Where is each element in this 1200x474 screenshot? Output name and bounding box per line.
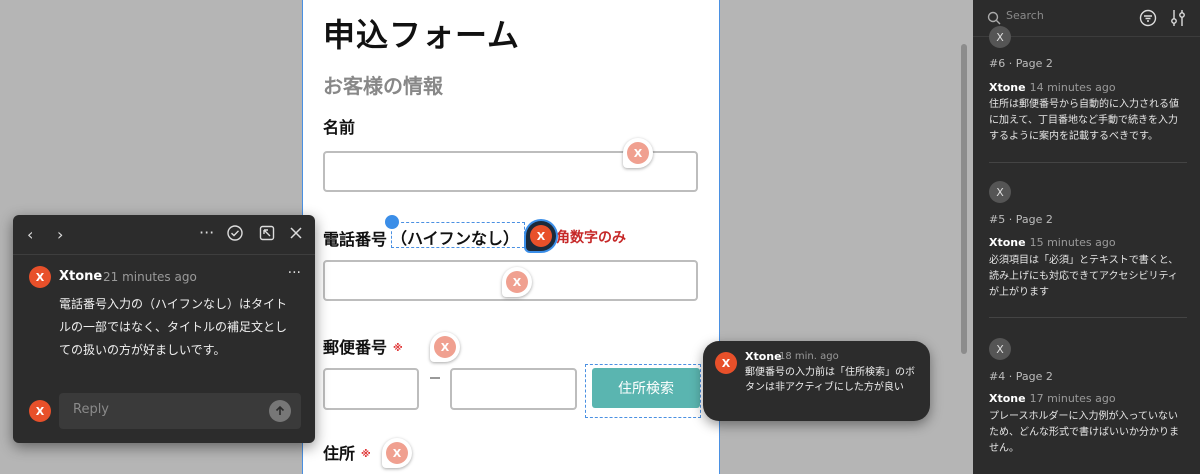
- tooltip-time: 18 min. ago: [779, 351, 839, 362]
- settings-sliders-icon[interactable]: [1170, 8, 1186, 28]
- phone-sub-label: （ハイフンなし）: [391, 229, 520, 248]
- zip-separator: [430, 377, 440, 379]
- tooltip-body: 郵便番号の入力前は「住所検索」のボタンは非アクティブにした方が良い: [745, 367, 915, 393]
- required-mark: ※: [361, 449, 371, 460]
- comment-page: #6 · Page 2: [989, 57, 1053, 70]
- reply-avatar: X: [29, 400, 51, 422]
- comment-author: Xtone 14 minutes ago: [989, 81, 1116, 94]
- comment-body: プレースホルダーに入力例が入っていないため、どんな形式で書けばいいか分かりません…: [989, 411, 1179, 454]
- comment-more-icon[interactable]: ···: [288, 265, 301, 281]
- comment-body: 住所は郵便番号から自動的に入力される値に加えて、丁目番地など手動で続きを入力する…: [989, 99, 1179, 142]
- comment-thread-popup: ‹ › ··· X Xtone 21 minutes ago ··· 電話番号入…: [13, 215, 315, 443]
- comment-pin[interactable]: X: [430, 332, 460, 362]
- close-icon[interactable]: [289, 225, 303, 244]
- tooltip-avatar: X: [715, 352, 737, 374]
- divider: [989, 317, 1187, 318]
- reply-input[interactable]: [73, 402, 253, 417]
- search-input[interactable]: [1006, 9, 1126, 22]
- open-in-canvas-icon[interactable]: [259, 225, 275, 245]
- comment-pin[interactable]: X: [382, 438, 412, 468]
- filter-icon[interactable]: [1139, 9, 1157, 27]
- zip-input-first[interactable]: [323, 368, 419, 410]
- reply-box[interactable]: [59, 393, 301, 429]
- author-avatar: X: [29, 266, 51, 288]
- more-options-icon[interactable]: ···: [199, 223, 214, 242]
- address-label: 住所 ※: [323, 440, 371, 464]
- thread-body: 電話番号入力の（ハイフンなし）はタイトルの一部ではなく、タイトルの補足文としての…: [59, 297, 288, 357]
- comment-body: 必須項目は「必須」とテキストで書くと、読み上げにも対応できてアクセシビリティが上…: [989, 255, 1179, 298]
- canvas-scrollbar[interactable]: [961, 44, 967, 354]
- pin-avatar: X: [530, 225, 552, 247]
- address-search-button[interactable]: 住所検索: [592, 368, 700, 408]
- selection-handle[interactable]: [383, 213, 401, 231]
- phone-hint: 角数字のみ: [556, 230, 626, 246]
- comment-tooltip[interactable]: X Xtone 18 min. ago 郵便番号の入力前は「住所検索」のボタンは…: [703, 341, 930, 421]
- comment-author-name: Xtone: [989, 392, 1026, 405]
- zip-label-text: 郵便番号: [323, 338, 388, 357]
- thread-toolbar: ‹ › ···: [13, 215, 315, 255]
- name-label: 名前: [323, 118, 356, 137]
- comment-avatar: X: [989, 181, 1011, 203]
- comment-author: Xtone 15 minutes ago: [989, 236, 1116, 249]
- form-title: 申込フォーム: [323, 16, 521, 54]
- pin-avatar: X: [627, 142, 649, 164]
- form-canvas: 申込フォーム お客様の情報 名前 電話番号 （ハイフンなし） 角数字のみ 郵便番…: [302, 0, 720, 474]
- search-icon: [987, 11, 1001, 25]
- tooltip-author: Xtone: [745, 350, 782, 363]
- zip-label: 郵便番号 ※: [323, 334, 403, 358]
- comment-author-name: Xtone: [989, 81, 1026, 94]
- comments-panel: X #6 · Page 2 Xtone14 minutes ago 住所は郵便番…: [973, 0, 1200, 474]
- comment-avatar: X: [989, 338, 1011, 360]
- arrow-up-icon: [275, 405, 285, 415]
- comment-time: 15 minutes ago: [1029, 236, 1116, 249]
- next-comment-icon[interactable]: ›: [57, 225, 63, 244]
- pin-avatar: X: [506, 271, 528, 293]
- phone-label-text: 電話番号: [323, 230, 388, 249]
- comment-pin[interactable]: X: [502, 267, 532, 297]
- divider: [989, 162, 1187, 163]
- resolve-icon[interactable]: [227, 225, 243, 245]
- pin-avatar: X: [434, 336, 456, 358]
- thread-time: 21 minutes ago: [103, 270, 197, 284]
- address-label-text: 住所: [323, 444, 356, 463]
- comment-time: 14 minutes ago: [1029, 81, 1116, 94]
- send-button[interactable]: [269, 400, 291, 422]
- comment-time: 17 minutes ago: [1029, 392, 1116, 405]
- pin-avatar: X: [386, 442, 408, 464]
- comment-page: #5 · Page 2: [989, 213, 1053, 226]
- comment-page: #4 · Page 2: [989, 370, 1053, 383]
- prev-comment-icon[interactable]: ‹: [27, 225, 33, 244]
- comment-pin[interactable]: X: [623, 138, 653, 168]
- section-title: お客様の情報: [323, 74, 443, 98]
- comment-avatar: X: [989, 26, 1011, 48]
- phone-label: 電話番号: [323, 226, 387, 250]
- comment-author-name: Xtone: [989, 236, 1026, 249]
- comment-pin-active[interactable]: X: [526, 221, 556, 251]
- thread-author: Xtone: [59, 269, 103, 284]
- zip-input-second[interactable]: [450, 368, 577, 410]
- required-mark: ※: [393, 343, 403, 354]
- comment-author: Xtone 17 minutes ago: [989, 392, 1116, 405]
